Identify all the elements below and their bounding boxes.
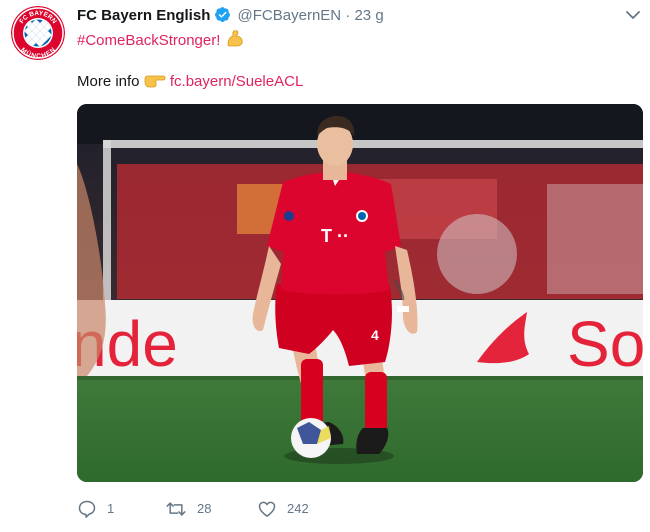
avatar[interactable]: FC BAYERN MÜNCHEN (11, 6, 65, 60)
fc-bayern-logo: FC BAYERN MÜNCHEN (11, 6, 65, 60)
ad-board-text-right: So (567, 308, 643, 380)
like-count: 242 (287, 500, 309, 516)
flexed-biceps-emoji (225, 28, 245, 54)
tweet-text-line-1: #ComeBackStronger! (77, 28, 245, 54)
separator-dot: · (345, 7, 351, 24)
tweet-photo[interactable]: nde So 4 T ·· (77, 104, 643, 482)
display-name[interactable]: FC Bayern English (77, 7, 210, 24)
reply-icon (78, 500, 96, 518)
like-button[interactable]: 242 (257, 496, 309, 520)
handle[interactable]: @FCBayernEN (238, 7, 342, 24)
retweet-count: 28 (197, 500, 212, 516)
hashtag-link[interactable]: #ComeBackStronger! (77, 32, 220, 49)
tweet-actions: 1 28 242 (77, 496, 477, 520)
more-info-label: More info (77, 73, 140, 90)
chevron-down-icon[interactable] (624, 8, 642, 22)
reply-count: 1 (107, 500, 115, 516)
heart-icon (258, 501, 276, 517)
timestamp[interactable]: 23 g (354, 7, 383, 24)
reply-button[interactable]: 1 (77, 496, 114, 520)
backhand-index-pointing-right-emoji (144, 71, 166, 95)
retweet-icon (166, 501, 186, 516)
tweet-text-line-2: More info fc.bayern/SueleACL (77, 71, 303, 95)
verified-badge-icon (214, 6, 231, 29)
shorts-number: 4 (371, 327, 379, 343)
tweet-header: FC Bayern English @FCBayernEN · 23 g (77, 6, 640, 26)
external-link[interactable]: fc.bayern/SueleACL (170, 73, 303, 90)
football-player-photo: nde So 4 T ·· (77, 104, 643, 482)
shirt-sponsor: T ·· (321, 226, 349, 246)
retweet-button[interactable]: 28 (165, 496, 211, 520)
